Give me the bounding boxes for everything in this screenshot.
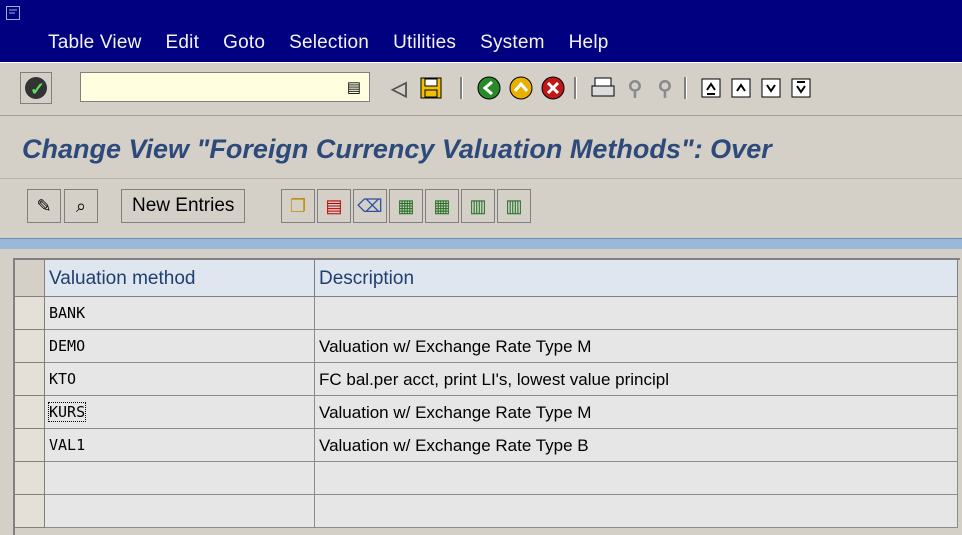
menu-bar: Table View Edit Goto Selection Utilities… [0,0,962,62]
column-header-valuation-method[interactable]: Valuation method [45,260,315,297]
row-selector[interactable] [15,396,45,429]
select-block-button[interactable]: ▦ [425,189,459,223]
valuation-method-cell[interactable] [45,462,315,495]
delete-rows-icon: ▤ [325,195,343,216]
valuation-method-cell[interactable]: BANK [45,297,315,330]
exit-icon[interactable] [508,75,534,101]
last-page-icon[interactable] [788,75,814,101]
application-toolbar: ✎ ⌕ New Entries ❐ ▤ ⌫ ▦ ▦ ▥ ▥ [0,178,962,235]
select-block-icon: ▦ [433,195,451,216]
menu-selection[interactable]: Selection [277,30,381,56]
valuation-method-cell[interactable]: KTO [45,363,315,396]
new-entries-button[interactable]: New Entries [121,189,246,223]
menu-table-view[interactable]: Table View [0,30,154,56]
collapse-arrow-icon[interactable]: ◁ [386,75,412,101]
find-icon[interactable]: ⚲ [622,75,648,101]
menu-help[interactable]: Help [557,30,621,56]
description-cell[interactable] [315,297,958,330]
row-selector[interactable] [15,495,45,528]
table-body: BANK DEMO Valuation w/ Exchange Rate Typ… [15,297,958,528]
save-icon[interactable] [418,75,444,101]
magnifier-icon: ⌕ [75,195,87,216]
previous-page-icon[interactable] [728,75,754,101]
window-menu-icon[interactable] [6,6,20,20]
row-selector[interactable] [15,297,45,330]
description-cell[interactable]: Valuation w/ Exchange Rate Type M [315,396,958,429]
menu-goto[interactable]: Goto [211,30,277,56]
table-row: KTO FC bal.per acct, print LI's, lowest … [15,363,958,396]
table-header: Valuation method Description [15,260,958,297]
checkmark-icon: ✓ [30,79,46,99]
find-next-icon[interactable]: ⚲ [652,75,678,101]
undo-change-button[interactable]: ⌫ [353,189,387,223]
table-row [15,462,958,495]
command-input[interactable] [85,73,329,101]
description-cell[interactable]: Valuation w/ Exchange Rate Type M [315,330,958,363]
deselect-all-button[interactable]: ▥ [461,189,495,223]
description-cell[interactable] [315,462,958,495]
command-field[interactable]: ▤ [80,72,370,102]
valuation-method-cell[interactable]: DEMO [45,330,315,363]
menu-edit[interactable]: Edit [154,30,212,56]
row-selector[interactable] [15,462,45,495]
page-title: Change View "Foreign Currency Valuation … [22,134,772,164]
table-row: BANK [15,297,958,330]
menu-utilities[interactable]: Utilities [381,30,468,56]
valuation-methods-table: Valuation method Description BANK DEMO V… [13,258,960,535]
description-cell[interactable] [315,495,958,528]
table-row: DEMO Valuation w/ Exchange Rate Type M [15,330,958,363]
copy-icon: ❐ [289,195,307,216]
back-icon[interactable] [476,75,502,101]
select-all-icon: ▦ [397,195,415,216]
select-button[interactable]: ⌕ [64,189,98,223]
standard-toolbar: ✓ ▤ ◁ ⚲ ⚲ [0,62,962,116]
valuation-method-cell[interactable]: KURS [45,396,315,429]
table-row [15,495,958,528]
print-icon[interactable] [590,75,616,101]
enter-button[interactable]: ✓ [20,72,52,104]
description-cell[interactable]: Valuation w/ Exchange Rate Type B [315,429,958,462]
row-selector[interactable] [15,330,45,363]
cancel-icon[interactable] [540,75,566,101]
deselect-icon: ▥ [505,195,523,216]
first-page-icon[interactable] [698,75,724,101]
column-header-description[interactable]: Description [315,260,958,297]
select-all-button[interactable]: ▦ [389,189,423,223]
row-selector[interactable] [15,363,45,396]
display-change-button[interactable]: ✎ [27,189,61,223]
copy-as-button[interactable]: ❐ [281,189,315,223]
pencil-glasses-icon: ✎ [36,195,52,216]
command-history-icon[interactable]: ▤ [347,78,361,96]
separator-strip [0,238,962,249]
delete-button[interactable]: ▤ [317,189,351,223]
deselect-block-button[interactable]: ▥ [497,189,531,223]
deselect-all-icon: ▥ [469,195,487,216]
valuation-method-cell[interactable]: VAL1 [45,429,315,462]
table-row: VAL1 Valuation w/ Exchange Rate Type B [15,429,958,462]
menu-system[interactable]: System [468,30,557,56]
valuation-method-cell[interactable] [45,495,315,528]
select-all-column-button[interactable] [15,260,45,297]
eraser-icon: ⌫ [357,195,383,216]
table-row: KURS Valuation w/ Exchange Rate Type M [15,396,958,429]
next-page-icon[interactable] [758,75,784,101]
row-selector[interactable] [15,429,45,462]
description-cell[interactable]: FC bal.per acct, print LI's, lowest valu… [315,363,958,396]
